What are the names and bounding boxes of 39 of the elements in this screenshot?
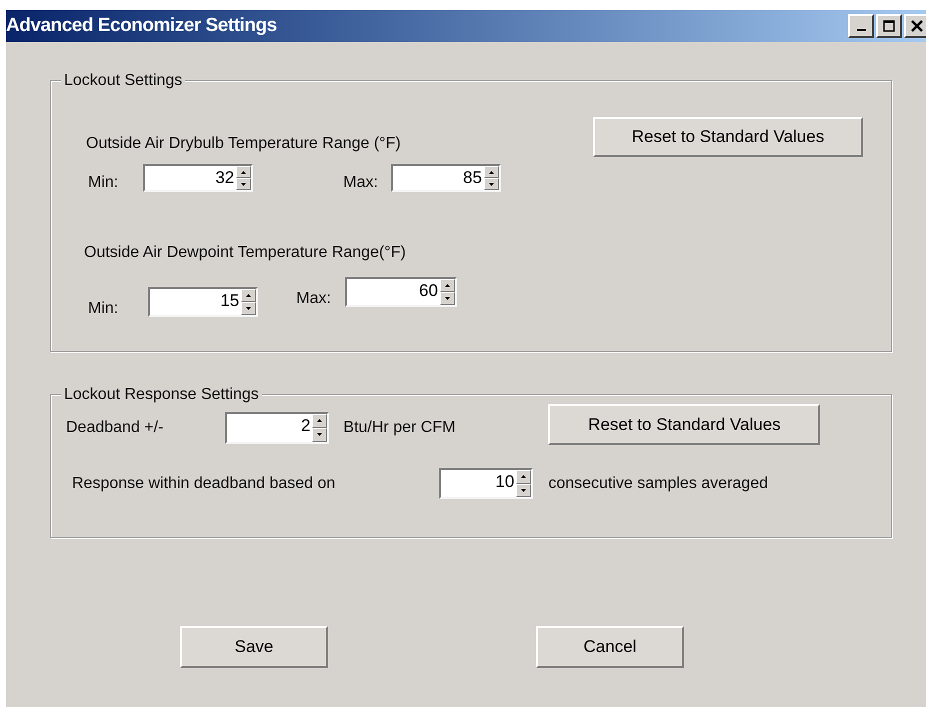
field-label: Max: xyxy=(296,289,331,309)
field-label: Min: xyxy=(88,173,118,193)
cancel-button[interactable]: Cancel xyxy=(536,626,684,668)
down-arrow-icon xyxy=(488,182,494,186)
number-spinner[interactable]: 85 xyxy=(390,164,501,192)
field-label: Deadband +/- xyxy=(66,418,164,438)
field-label: Outside Air Dewpoint Temperature Range(°F) xyxy=(84,243,406,263)
maximize-icon xyxy=(883,20,895,32)
field-label: Btu/Hr per CFM xyxy=(343,418,456,438)
close-button[interactable] xyxy=(904,14,926,38)
down-arrow-icon xyxy=(444,297,450,300)
maximize-button[interactable] xyxy=(876,14,902,38)
up-arrow-icon xyxy=(521,475,526,478)
down-arrow-icon xyxy=(521,488,526,492)
field-label: Min: xyxy=(88,299,118,319)
field-label: Outside Air Drybulb Temperature Range (°F) xyxy=(86,134,401,154)
field-label: Max: xyxy=(343,173,378,193)
number-spinner[interactable]: 60 xyxy=(344,277,457,307)
up-arrow-icon xyxy=(444,284,450,287)
down-arrow-icon xyxy=(246,307,252,310)
minimize-icon xyxy=(856,29,866,31)
save-button[interactable]: Save xyxy=(180,626,328,668)
window-title: Advanced Economizer Settings xyxy=(6,14,277,38)
number-spinner[interactable]: 15 xyxy=(148,287,258,317)
up-arrow-icon xyxy=(246,294,252,297)
up-arrow-icon xyxy=(241,170,246,174)
number-spinner[interactable]: 32 xyxy=(143,164,254,192)
reset-button[interactable]: Reset to Standard Values xyxy=(593,117,863,157)
field-label: Response within deadband based on xyxy=(72,474,336,494)
reset-button[interactable]: Reset to Standard Values xyxy=(548,404,820,445)
number-spinner[interactable]: 10 xyxy=(439,468,534,499)
field-label: consecutive samples averaged xyxy=(548,474,768,494)
up-arrow-icon xyxy=(488,170,494,174)
down-arrow-icon xyxy=(241,182,246,186)
minimize-button[interactable] xyxy=(848,14,874,38)
close-icon xyxy=(911,20,923,32)
number-spinner[interactable]: 2 xyxy=(225,412,330,444)
down-arrow-icon xyxy=(317,433,322,436)
up-arrow-icon xyxy=(317,419,322,422)
